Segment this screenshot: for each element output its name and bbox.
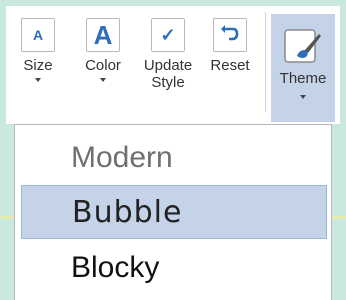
menu-item-modern[interactable]: Modern xyxy=(15,131,331,185)
menu-item-label: Bubble xyxy=(72,194,183,230)
chevron-down-icon xyxy=(35,78,41,82)
reset-arrow-icon xyxy=(213,18,247,52)
menu-item-bubble[interactable]: Bubble xyxy=(21,185,327,239)
chevron-down-icon xyxy=(300,95,306,99)
toolbar-separator xyxy=(265,12,266,112)
reset-arrow-icon-glyph xyxy=(221,25,239,41)
theme-dropdown-menu: Modern Bubble Blocky xyxy=(14,124,332,300)
menu-item-blocky[interactable]: Blocky xyxy=(15,241,331,295)
checkmark-icon: ✓ xyxy=(151,18,185,52)
font-size-icon: A xyxy=(21,18,55,52)
update-style-button[interactable]: ✓ Update Style xyxy=(136,14,200,122)
background-strip xyxy=(0,216,14,219)
color-label: Color xyxy=(85,57,121,74)
theme-label: Theme xyxy=(279,70,327,87)
color-button[interactable]: A Color xyxy=(78,14,128,122)
theme-brush-icon xyxy=(283,26,323,66)
update-style-label: Update Style xyxy=(143,57,193,91)
chevron-down-icon xyxy=(100,78,106,82)
menu-item-label: Blocky xyxy=(71,251,160,284)
reset-button[interactable]: Reset xyxy=(204,14,256,122)
size-button[interactable]: A Size xyxy=(18,14,58,122)
menu-item-label: Modern xyxy=(71,141,173,174)
background-strip xyxy=(332,216,346,219)
reset-label: Reset xyxy=(210,57,250,74)
size-label: Size xyxy=(23,57,53,74)
font-color-icon: A xyxy=(86,18,120,52)
window-background: A Size A Color ✓ Update Style Reset Them… xyxy=(0,0,346,300)
theme-button[interactable]: Theme xyxy=(271,14,335,122)
